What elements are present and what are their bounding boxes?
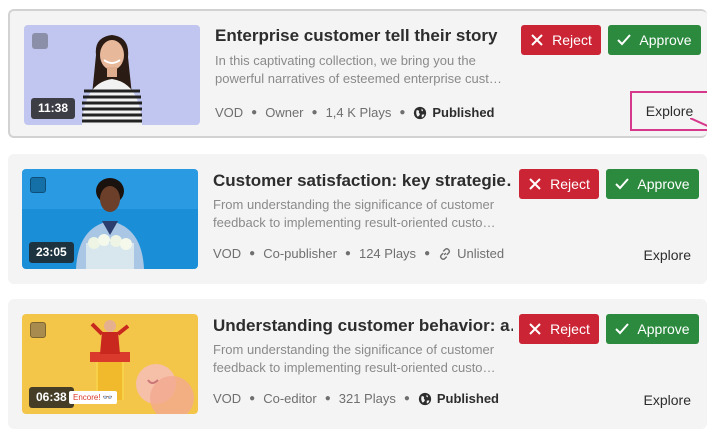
description-line: From understanding the significance of c… [213, 197, 495, 212]
card-title[interactable]: Customer satisfaction: key strategie… [213, 171, 513, 191]
card-description: In this captivating collection, we bring… [215, 52, 515, 88]
separator-dot: ● [399, 107, 406, 118]
check-icon [617, 34, 632, 46]
media-type: VOD [213, 246, 242, 261]
pointer-line [690, 118, 707, 127]
media-status: Published [418, 391, 499, 406]
reject-label: Reject [550, 176, 590, 192]
select-checkbox[interactable] [30, 177, 46, 193]
reject-button[interactable]: Reject [519, 314, 599, 344]
status-label: Unlisted [457, 246, 505, 261]
reject-label: Reject [552, 32, 592, 48]
select-checkbox[interactable] [30, 322, 46, 338]
status-label: Published [436, 391, 499, 406]
media-review-list: 11:38 Enterprise customer tell their sto… [0, 0, 707, 433]
media-card: 23:05 Customer satisfaction: key strateg… [8, 154, 707, 284]
media-type: VOD [215, 105, 244, 120]
card-description: From understanding the significance of c… [213, 341, 513, 377]
globe-icon [418, 392, 431, 405]
video-thumbnail[interactable]: 11:38 [24, 25, 200, 125]
separator-dot: ● [344, 248, 351, 259]
media-type: VOD [213, 391, 242, 406]
description-line: From understanding the significance of c… [213, 342, 495, 357]
close-icon [529, 178, 541, 190]
card-meta: VOD ● Owner ● 1,4 K Plays ● Published [215, 105, 495, 120]
separator-dot: ● [249, 248, 256, 259]
approve-label: Approve [637, 321, 690, 337]
select-checkbox[interactable] [32, 33, 48, 49]
description-line: In this captivating collection, we bring… [215, 53, 476, 68]
link-icon [440, 247, 451, 260]
close-icon [529, 323, 541, 335]
separator-dot: ● [249, 393, 256, 404]
media-plays: 1,4 K Plays [325, 105, 392, 120]
separator-dot: ● [251, 107, 258, 118]
explore-button[interactable]: Explore [644, 247, 691, 263]
card-title[interactable]: Enterprise customer tell their story [215, 26, 515, 46]
separator-dot: ● [403, 393, 410, 404]
media-role: Co-editor [263, 391, 317, 406]
globe-icon [414, 106, 427, 119]
separator-dot: ● [311, 107, 318, 118]
check-icon [615, 323, 630, 335]
reject-label: Reject [550, 321, 590, 337]
separator-dot: ● [324, 393, 331, 404]
duration-badge: 23:05 [29, 242, 74, 263]
description-line: feedback to implementing result-oriented… [213, 360, 496, 375]
media-card: 11:38 Enterprise customer tell their sto… [8, 9, 707, 138]
media-status: Published [413, 105, 495, 120]
description-line: feedback to implementing result-oriented… [213, 215, 496, 230]
media-plays: 124 Plays [358, 246, 417, 261]
approve-button[interactable]: Approve [606, 169, 699, 199]
thumbnail-caption: Encore! 👓 [69, 391, 117, 404]
media-role: Owner [265, 105, 304, 120]
status-label: Published [432, 105, 495, 120]
explore-button[interactable]: Explore [644, 392, 691, 408]
close-icon [531, 34, 543, 46]
card-meta: VOD ● Co-publisher ● 124 Plays ● Unliste… [213, 246, 504, 261]
check-icon [615, 178, 630, 190]
approve-button[interactable]: Approve [606, 314, 699, 344]
card-title[interactable]: Understanding customer behavior: a… [213, 316, 513, 336]
media-role: Co-publisher [263, 246, 337, 261]
reject-button[interactable]: Reject [521, 25, 601, 55]
duration-badge: 11:38 [31, 98, 76, 119]
card-description: From understanding the significance of c… [213, 196, 513, 232]
media-card: 06:38 Encore! 👓 Understanding customer b… [8, 299, 707, 429]
card-meta: VOD ● Co-editor ● 321 Plays ● Published [213, 391, 499, 406]
approve-label: Approve [639, 32, 692, 48]
approve-label: Approve [637, 176, 690, 192]
approve-button[interactable]: Approve [608, 25, 701, 55]
description-line: powerful narratives of esteemed enterpri… [215, 71, 502, 86]
duration-badge: 06:38 [29, 387, 74, 408]
separator-dot: ● [424, 248, 431, 259]
video-thumbnail[interactable]: 06:38 Encore! 👓 [22, 314, 198, 414]
video-thumbnail[interactable]: 23:05 [22, 169, 198, 269]
reject-button[interactable]: Reject [519, 169, 599, 199]
media-plays: 321 Plays [338, 391, 396, 406]
media-status: Unlisted [438, 246, 504, 261]
